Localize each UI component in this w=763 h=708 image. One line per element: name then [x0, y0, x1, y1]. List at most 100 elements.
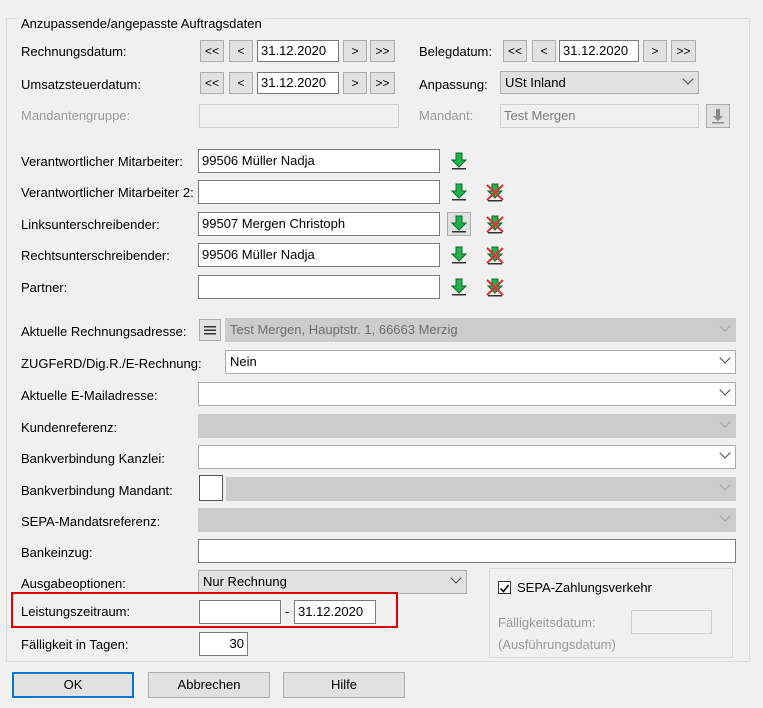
chevron-down-icon: [719, 352, 731, 364]
ausgabeoptionen-select[interactable]: Nur Rechnung: [198, 570, 467, 594]
hilfe-button[interactable]: Hilfe: [283, 672, 405, 698]
kundenreferenz-select: [198, 414, 736, 438]
bank-kanzlei-select[interactable]: [198, 445, 736, 469]
remove-arrow-icon: [486, 183, 504, 202]
emailadresse-label: Aktuelle E-Mailadresse:: [21, 388, 158, 403]
zugferd-select[interactable]: Nein: [225, 350, 736, 374]
chevron-down-icon: [719, 479, 731, 491]
verantwortlicher-mitarbeiter-input[interactable]: 99506 Müller Nadja: [198, 149, 440, 173]
rechtsunterschreibender-select-button[interactable]: [447, 243, 471, 267]
rechnungsdatum-prev-button[interactable]: <: [229, 40, 253, 62]
leistungszeitraum-from-input[interactable]: [199, 600, 281, 624]
remove-arrow-icon: [486, 215, 504, 234]
umsatzsteuerdatum-next-button[interactable]: >: [343, 72, 367, 94]
sepa-ref-select: [198, 508, 736, 532]
belegdatum-input[interactable]: 31.12.2020: [559, 40, 639, 62]
linksunterschreibender-select-button[interactable]: [447, 212, 471, 236]
chevron-down-icon: [719, 416, 731, 428]
mandantengruppe-label: Mandantengruppe:: [21, 108, 131, 123]
personen-label-3: Rechtsunterschreibender:: [21, 248, 170, 263]
rechnungsadresse-select: Test Mergen, Hauptstr. 1, 66663 Merzig: [225, 318, 736, 342]
leistungszeitraum-to-input[interactable]: 31.12.2020: [294, 600, 376, 624]
chevron-down-icon: [450, 572, 462, 584]
belegdatum-next-button[interactable]: >: [643, 40, 667, 62]
zugferd-label: ZUGFeRD/Dig.R./E-Rechnung:: [21, 356, 202, 371]
verantwortlicher-mitarbeiter-2-input[interactable]: [198, 180, 440, 204]
rechnungsadresse-list-button[interactable]: [199, 319, 221, 341]
emailadresse-select[interactable]: [198, 382, 736, 406]
checkmark-icon: [499, 584, 510, 593]
personen-label-0: Verantwortlicher Mitarbeiter:: [21, 154, 183, 169]
partner-input[interactable]: [198, 275, 440, 299]
mandant-input: Test Mergen: [500, 104, 699, 128]
rechtsunterschreibender-clear-button[interactable]: [483, 243, 507, 267]
group-title: Anzupassende/angepasste Auftragsdaten: [18, 16, 265, 31]
chevron-down-icon: [682, 73, 694, 85]
umsatzsteuerdatum-input[interactable]: 31.12.2020: [257, 72, 339, 94]
personen-label-4: Partner:: [21, 280, 68, 295]
chevron-down-icon: [719, 510, 731, 522]
umsatzsteuerdatum-prev-button[interactable]: <: [229, 72, 253, 94]
bankeinzug-input[interactable]: [198, 539, 736, 563]
rechnungsadresse-value: Test Mergen, Hauptstr. 1, 66663 Merzig: [230, 322, 458, 337]
rechnungsdatum-first-button[interactable]: <<: [200, 40, 224, 62]
green-down-arrow-icon: [451, 215, 467, 233]
bank-kanzlei-label: Bankverbindung Kanzlei:: [21, 451, 165, 466]
rechtsunterschreibender-input[interactable]: 99506 Müller Nadja: [198, 243, 440, 267]
green-down-arrow-icon: [451, 246, 467, 264]
bank-mandant-label: Bankverbindung Mandant:: [21, 483, 173, 498]
belegdatum-first-button[interactable]: <<: [503, 40, 527, 62]
anpassung-label: Anpassung:: [419, 77, 488, 92]
linksunterschreibender-clear-button[interactable]: [483, 212, 507, 236]
bankeinzug-label: Bankeinzug:: [21, 545, 93, 560]
chevron-down-icon: [719, 384, 731, 396]
belegdatum-last-button[interactable]: >>: [671, 40, 696, 62]
remove-arrow-icon: [486, 278, 504, 297]
anpassung-value: USt Inland: [505, 75, 566, 90]
green-down-arrow-icon: [451, 152, 467, 170]
remove-arrow-icon: [486, 246, 504, 265]
chevron-down-icon: [719, 447, 731, 459]
verantwortlicher-mitarbeiter-2-select-button[interactable]: [447, 180, 471, 204]
sepa-ref-label: SEPA-Mandatsreferenz:: [21, 514, 161, 529]
bank-mandant-picker-button[interactable]: [199, 475, 223, 501]
faelligkeit-label: Fälligkeit in Tagen:: [21, 637, 129, 652]
rechnungsdatum-next-button[interactable]: >: [343, 40, 367, 62]
sepa-zahlungsverkehr-checkbox[interactable]: [498, 581, 511, 594]
ausgabeoptionen-label: Ausgabeoptionen:: [21, 576, 126, 591]
belegdatum-label: Belegdatum:: [419, 44, 492, 59]
chevron-down-icon: [719, 320, 731, 332]
rechnungsdatum-last-button[interactable]: >>: [370, 40, 395, 62]
abbrechen-button[interactable]: Abbrechen: [148, 672, 270, 698]
rechnungsadresse-label: Aktuelle Rechnungsadresse:: [21, 324, 187, 339]
bank-mandant-select: [226, 477, 736, 501]
personen-label-2: Linksunterschreibender:: [21, 217, 160, 232]
ausgabeoptionen-value: Nur Rechnung: [203, 574, 287, 589]
umsatzsteuerdatum-first-button[interactable]: <<: [200, 72, 224, 94]
download-arrow-icon: [712, 109, 724, 124]
ok-button[interactable]: OK: [12, 672, 134, 698]
verantwortlicher-mitarbeiter-2-clear-button[interactable]: [483, 180, 507, 204]
personen-label-1: Verantwortlicher Mitarbeiter 2:: [21, 185, 194, 200]
rechnungsdatum-label: Rechnungsdatum:: [21, 44, 127, 59]
leistungszeitraum-label: Leistungszeitraum:: [21, 604, 131, 619]
anpassung-select[interactable]: USt Inland: [500, 71, 699, 94]
mandantengruppe-input: [199, 104, 399, 128]
leistungszeitraum-separator: -: [285, 604, 290, 619]
green-down-arrow-icon: [451, 183, 467, 201]
faelligkeitsdatum-input: [631, 610, 712, 634]
green-down-arrow-icon: [451, 278, 467, 296]
linksunterschreibender-input[interactable]: 99507 Mergen Christoph: [198, 212, 440, 236]
partner-select-button[interactable]: [447, 275, 471, 299]
ausfuehrungsdatum-label: (Ausführungsdatum): [498, 637, 616, 652]
faelligkeit-input[interactable]: 30: [199, 632, 248, 656]
umsatzsteuerdatum-last-button[interactable]: >>: [370, 72, 395, 94]
verantwortlicher-mitarbeiter-select-button[interactable]: [447, 149, 471, 173]
kundenreferenz-label: Kundenreferenz:: [21, 420, 118, 435]
belegdatum-prev-button[interactable]: <: [532, 40, 556, 62]
mandant-download-button[interactable]: [706, 104, 730, 128]
zugferd-value: Nein: [230, 354, 257, 369]
list-icon: [204, 326, 216, 335]
partner-clear-button[interactable]: [483, 275, 507, 299]
rechnungsdatum-input[interactable]: 31.12.2020: [257, 40, 339, 62]
